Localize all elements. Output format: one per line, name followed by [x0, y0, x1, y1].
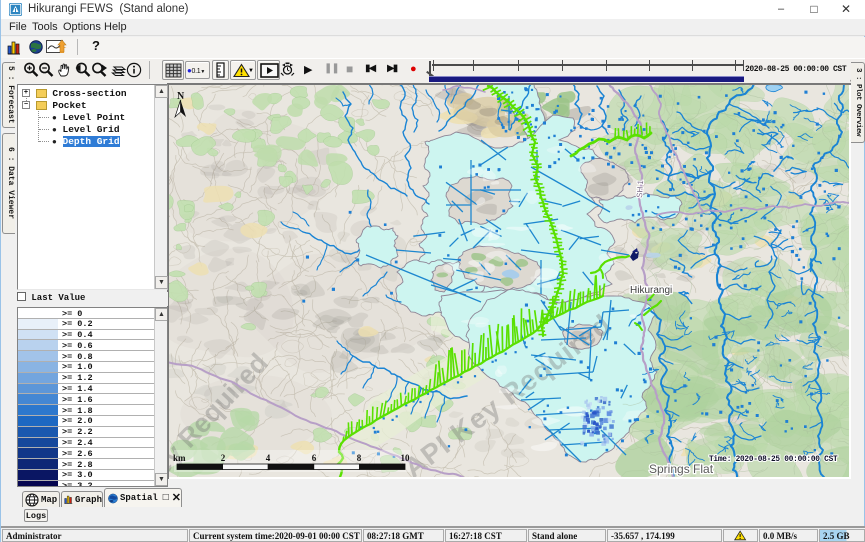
svg-text:Springs Flat: Springs Flat: [649, 462, 714, 476]
svg-text:6: 6: [312, 453, 317, 463]
svg-text:2: 2: [221, 453, 226, 463]
svg-text:8: 8: [357, 453, 362, 463]
svg-text:10: 10: [401, 453, 411, 463]
svg-text:N: N: [177, 91, 185, 102]
svg-text:SH 1: SH 1: [635, 179, 645, 198]
svg-text:km: km: [173, 453, 186, 463]
svg-text:Time: 2020-08-25 00:00:00 CST: Time: 2020-08-25 00:00:00 CST: [709, 456, 838, 464]
svg-text:4: 4: [266, 453, 271, 463]
svg-text:Hikurangi: Hikurangi: [630, 285, 672, 296]
